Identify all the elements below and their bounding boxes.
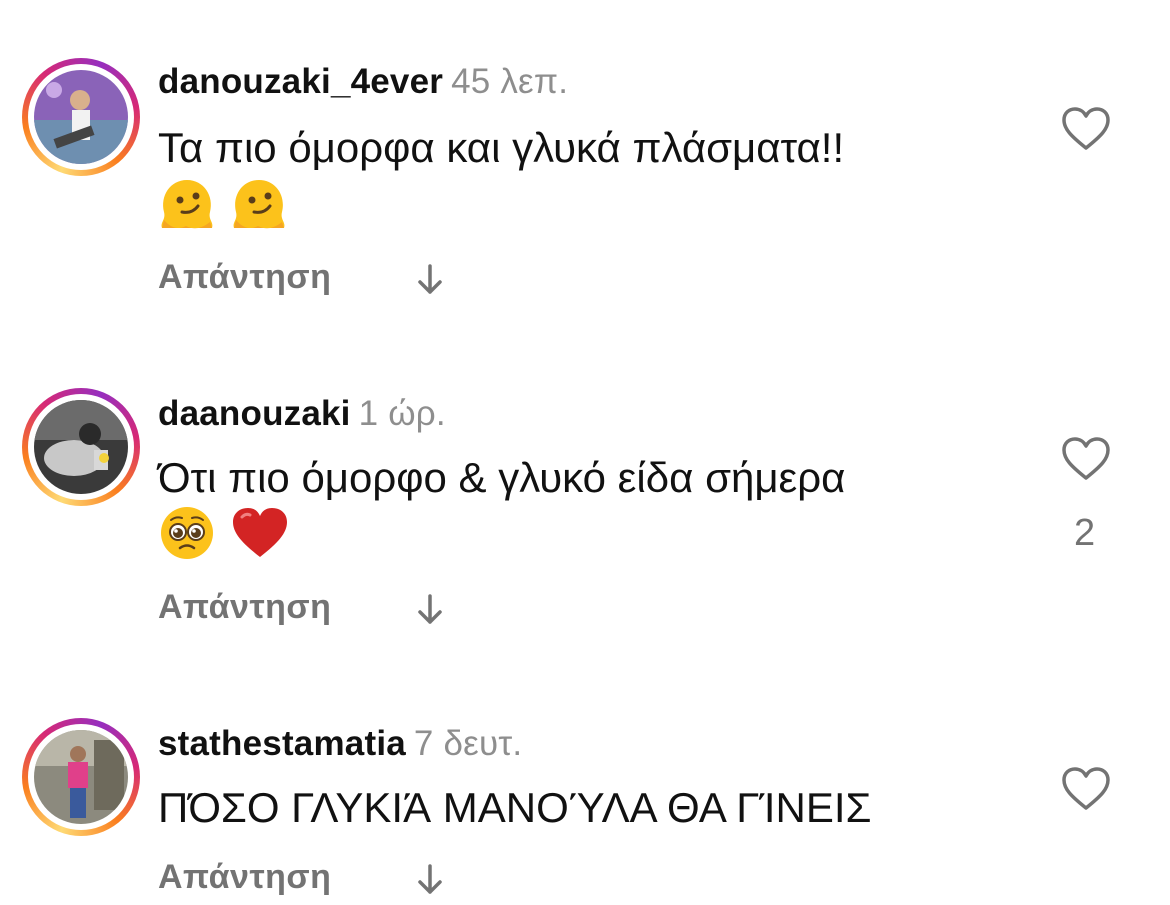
heart-outline-icon[interactable] (1061, 436, 1111, 482)
username[interactable]: daanouzaki (158, 394, 351, 433)
reply-button[interactable]: Απάντηση (158, 258, 331, 297)
username[interactable]: danouzaki_4ever (158, 62, 443, 101)
comment-text: ΠΌΣΟ ΓΛΥΚΙΆ ΜΑΝΟΎΛΑ ΘΑ ΓΊΝΕΙΣ (158, 784, 872, 831)
emoji-row (158, 176, 298, 236)
avatar[interactable] (22, 388, 140, 506)
comment-timestamp: 7 δευτ. (413, 724, 523, 763)
heart-outline-icon[interactable] (1061, 766, 1111, 812)
reply-button[interactable]: Απάντηση (158, 858, 331, 897)
avatar[interactable] (22, 58, 140, 176)
comment-author[interactable]: stathestamatia 7 δευτ. (158, 724, 522, 764)
arrow-down-icon[interactable] (410, 590, 450, 630)
red-heart-emoji (230, 505, 290, 566)
melting-face-emoji (158, 176, 216, 237)
comment-author[interactable]: daanouzaki 1 ώρ. (158, 394, 446, 434)
pleading-face-emoji (158, 504, 216, 567)
username[interactable]: stathestamatia (158, 724, 406, 763)
comment-timestamp: 45 λεπ. (451, 62, 569, 101)
comment-timestamp: 1 ώρ. (358, 394, 446, 433)
comment-author[interactable]: danouzaki_4ever 45 λεπ. (158, 62, 568, 102)
heart-outline-icon[interactable] (1061, 106, 1111, 152)
avatar[interactable] (22, 718, 140, 836)
comment-text: Ότι πιο όμορφο & γλυκό είδα σήμερα (158, 454, 846, 501)
arrow-down-icon[interactable] (410, 860, 450, 900)
reply-button[interactable]: Απάντηση (158, 588, 331, 627)
comment-text: Τα πιο όμορφα και γλυκά πλάσματα!! (158, 124, 845, 171)
arrow-down-icon[interactable] (410, 260, 450, 300)
like-count: 2 (1074, 512, 1096, 554)
emoji-row (158, 504, 300, 564)
melting-face-emoji (230, 176, 288, 237)
